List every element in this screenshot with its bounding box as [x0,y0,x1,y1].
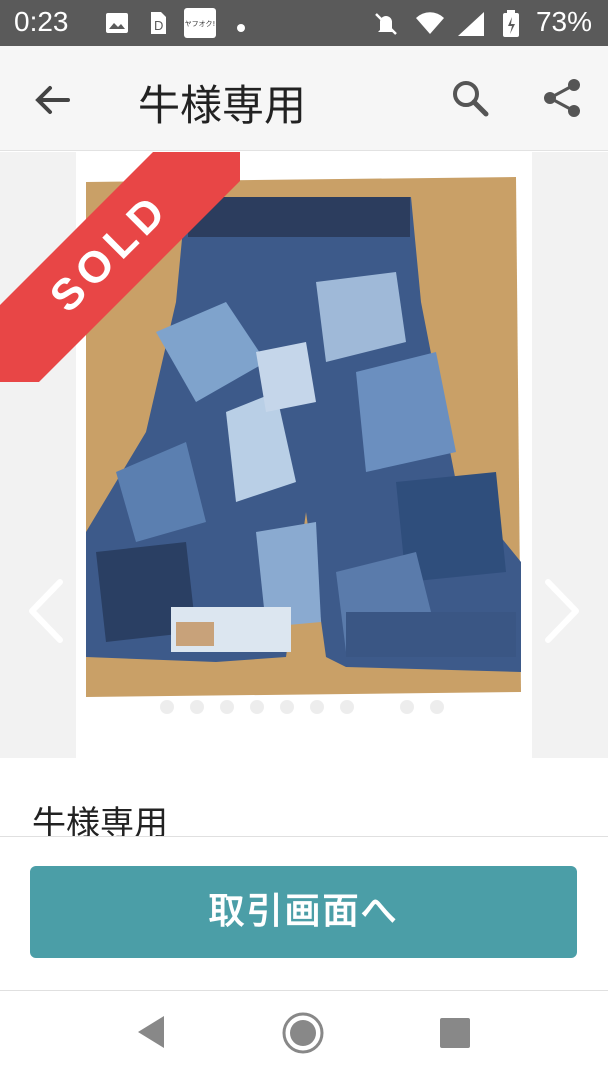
status-bar: 0:23 D ヤフオク! 73% [0,0,608,46]
signal-icon [456,10,486,42]
page-dot[interactable] [190,700,204,714]
sold-ribbon: SOLD [0,152,240,382]
status-time: 0:23 [14,6,69,37]
image-icon [104,10,130,40]
page-dot[interactable] [160,700,174,714]
dot-icon [236,18,246,37]
nav-recent-icon[interactable] [440,1018,470,1048]
page-dot[interactable] [340,700,354,714]
yahuoku-app-icon: ヤフオク! [184,8,216,42]
search-icon[interactable] [448,76,492,120]
page-dot[interactable] [250,700,264,714]
next-image-arrow-icon[interactable] [540,576,584,646]
svg-text:D: D [154,18,163,33]
sim-icon: D [148,10,168,40]
nav-back-icon[interactable] [134,1014,168,1050]
svg-text:ヤフオク!: ヤフオク! [185,20,216,28]
battery-icon [502,10,520,42]
back-arrow-icon[interactable] [28,76,76,124]
page-dot[interactable] [430,700,444,714]
sold-band: SOLD [0,152,240,382]
page-dot[interactable] [400,700,414,714]
wifi-icon [414,10,446,42]
previous-image-arrow-icon[interactable] [24,576,68,646]
battery-percent: 73% [535,6,592,37]
share-icon[interactable] [540,76,584,120]
image-page-indicator [150,700,470,720]
sold-label: SOLD [40,183,179,322]
nav-home-icon[interactable] [282,1012,324,1054]
page-title: 牛様専用 [138,81,307,130]
silent-icon [372,10,400,42]
go-to-transaction-button[interactable]: 取引画面へ [30,866,577,958]
page-dot[interactable] [220,700,234,714]
page-dot[interactable] [310,700,324,714]
app-bar: 牛様専用 [0,46,608,151]
page-dot[interactable] [280,700,294,714]
